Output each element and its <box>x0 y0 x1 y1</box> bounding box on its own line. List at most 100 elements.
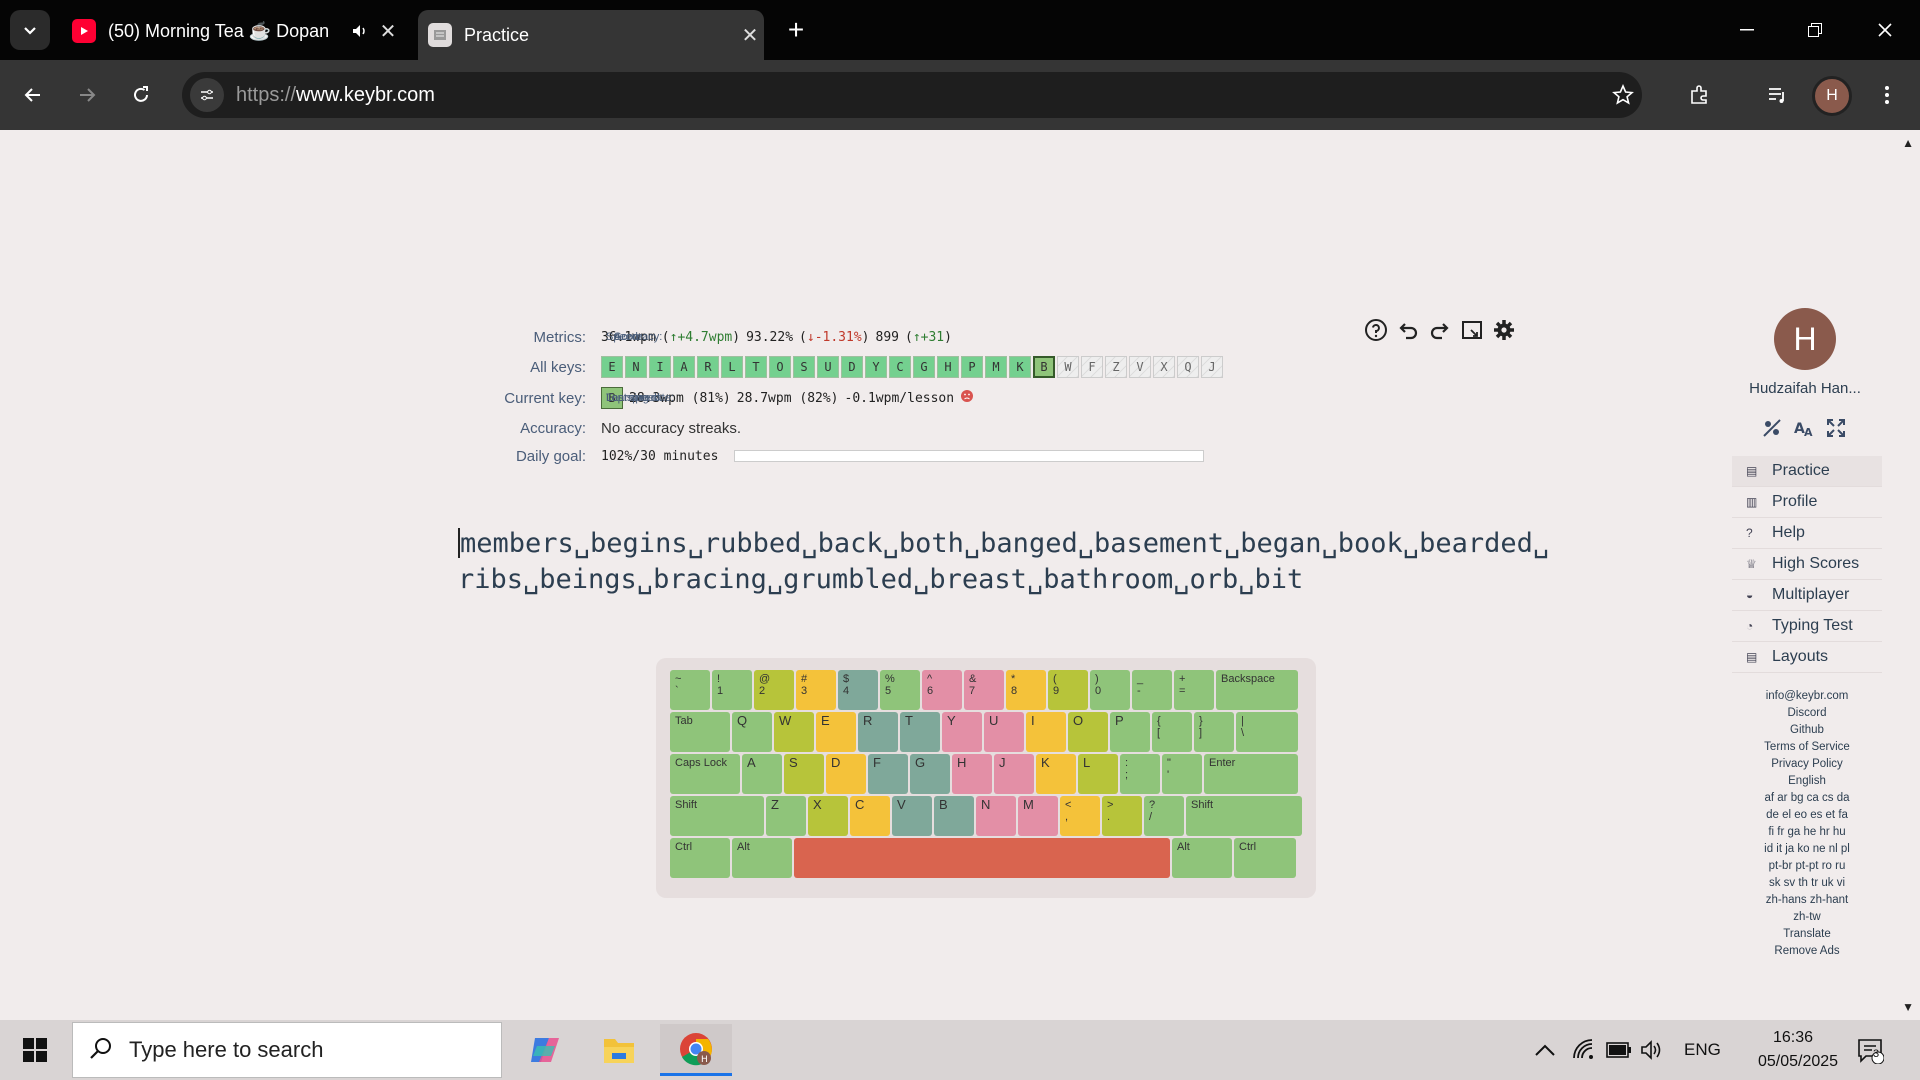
bookmark-star-icon[interactable] <box>1612 83 1634 111</box>
footer-langs[interactable]: id it ja ko ne nl pl <box>1732 841 1882 858</box>
expand-icon[interactable] <box>1824 416 1848 440</box>
footer-translate[interactable]: Translate <box>1732 926 1882 943</box>
taskbar-clock[interactable]: 16:36 05/05/2025 <box>1758 1026 1838 1074</box>
user-card[interactable]: H Hudzaifah Han... <box>1730 308 1880 397</box>
page-content: ▲ ▼ Metrics: Speed: 36.1wpm (↑+4.7wpm) A… <box>0 130 1920 1020</box>
footer-langs[interactable]: zh-hans zh-hant <box>1732 892 1882 909</box>
footer-email[interactable]: info@keybr.com <box>1732 688 1882 705</box>
nav-item-practice[interactable]: ▤ Practice <box>1732 456 1882 487</box>
taskbar-search-box[interactable]: Type here to search <box>72 1022 502 1078</box>
tab-youtube[interactable]: (50) Morning Tea ☕ Dopan ✕ <box>62 10 402 52</box>
file-explorer-icon[interactable] <box>588 1024 650 1076</box>
score-delta-open: ( <box>904 329 913 345</box>
key-chip-k: K <box>1009 356 1031 378</box>
key-chip-q: Q <box>1177 356 1199 378</box>
extensions-icon[interactable] <box>1682 78 1716 112</box>
user-avatar[interactable]: H <box>1774 308 1836 370</box>
key-chip-e: E <box>601 356 623 378</box>
forward-button[interactable] <box>70 78 104 112</box>
close-window-icon[interactable] <box>1862 10 1908 50</box>
kbd-key-key-3-9: > . <box>1102 796 1142 836</box>
address-bar[interactable]: https://www.keybr.com <box>182 72 1642 118</box>
copilot-app-icon[interactable] <box>514 1024 576 1076</box>
windows-start-icon[interactable] <box>12 1032 58 1068</box>
kbd-key-g: G <box>910 754 950 794</box>
footer-privacy[interactable]: Privacy Policy <box>1732 756 1882 773</box>
nav-label: Typing Test <box>1772 617 1853 634</box>
settings-gear-icon[interactable] <box>1490 316 1518 344</box>
kbd-key-o: O <box>1068 712 1108 752</box>
kbd-key-key-0-0: ~ ` <box>670 670 710 710</box>
tab-practice[interactable]: Practice ✕ <box>418 10 764 60</box>
close-tab-icon[interactable]: ✕ <box>736 23 764 48</box>
all-keys-label: All keys: <box>530 358 586 376</box>
footer-terms[interactable]: Terms of Service <box>1732 739 1882 756</box>
tab-search-button[interactable] <box>10 10 50 50</box>
back-button[interactable] <box>16 78 50 112</box>
site-info-icon[interactable] <box>190 78 224 112</box>
footer-langs[interactable]: de el eo es et fa <box>1732 807 1882 824</box>
accuracy-delta-open: ( <box>799 329 807 345</box>
wifi-icon[interactable] <box>1572 1034 1596 1066</box>
undo-icon[interactable] <box>1394 316 1422 344</box>
footer-language[interactable]: English <box>1732 773 1882 790</box>
gauge-icon: ◔ <box>1746 619 1754 633</box>
accuracy-value: 93.22% <box>746 329 794 345</box>
tab-title: (50) Morning Tea ☕ Dopan <box>108 20 330 41</box>
restore-icon[interactable] <box>1792 10 1838 50</box>
footer-langs[interactable]: sk sv th tr uk vi <box>1732 875 1882 892</box>
close-tab-icon[interactable]: ✕ <box>374 19 402 44</box>
help-icon[interactable] <box>1362 316 1390 344</box>
key-chip-f: F <box>1081 356 1103 378</box>
browser-toolbar: https://www.keybr.com <box>0 60 1920 130</box>
redo-icon[interactable] <box>1426 316 1454 344</box>
reload-button[interactable] <box>124 78 158 112</box>
notifications-icon[interactable]: 3 <box>1856 1034 1884 1066</box>
kbd-key-m: M <box>1018 796 1058 836</box>
lesson-text[interactable]: members␣begins␣rubbed␣back␣both␣banged␣b… <box>458 526 1549 598</box>
kbd-key-shift: Shift <box>1186 796 1302 836</box>
kbd-key-alt: Alt <box>1172 838 1232 878</box>
volume-icon[interactable] <box>1640 1034 1664 1066</box>
nav-item-typing-test[interactable]: ◔ Typing Test <box>1732 611 1882 642</box>
kbd-key-shift: Shift <box>670 796 764 836</box>
tray-overflow-icon[interactable] <box>1534 1034 1556 1066</box>
font-size-icon[interactable]: AA <box>1792 416 1816 440</box>
fullscreen-icon[interactable] <box>1458 316 1486 344</box>
chrome-app-icon[interactable]: H <box>660 1024 732 1076</box>
scroll-up-icon[interactable]: ▲ <box>1902 136 1914 150</box>
footer-discord[interactable]: Discord <box>1732 705 1882 722</box>
nav-item-help[interactable]: ? Help <box>1732 518 1882 549</box>
color-toggle-icon[interactable] <box>1760 416 1784 440</box>
footer-remove-ads[interactable]: Remove Ads <box>1732 943 1882 960</box>
footer-github[interactable]: Github <box>1732 722 1882 739</box>
kbd-key-key-1-13: | \ <box>1236 712 1298 752</box>
battery-icon[interactable] <box>1606 1034 1632 1066</box>
nav-item-multiplayer[interactable]: ◒ Multiplayer <box>1732 580 1882 611</box>
speed-delta-close: ) <box>732 329 741 345</box>
key-chip-r: R <box>697 356 719 378</box>
profile-avatar[interactable]: H <box>1812 76 1852 116</box>
menu-kebab-icon[interactable] <box>1870 78 1904 112</box>
footer-langs[interactable]: zh-tw <box>1732 909 1882 926</box>
top-speed-value: 28.7wpm (82%) <box>736 390 839 406</box>
nav-item-high-scores[interactable]: ♕ High Scores <box>1732 549 1882 580</box>
daily-goal-label: Daily goal: <box>515 447 586 465</box>
input-language[interactable]: ENG <box>1684 1034 1721 1066</box>
speaker-icon[interactable] <box>346 22 374 40</box>
lesson-line-2: ribs␣beings␣bracing␣grumbled␣breast␣bath… <box>458 564 1304 595</box>
key-chip-z: Z <box>1105 356 1127 378</box>
speed-delta: ↑+4.7wpm <box>669 329 733 345</box>
footer-langs[interactable]: pt-br pt-pt ro ru <box>1732 858 1882 875</box>
scroll-down-icon[interactable]: ▼ <box>1902 1000 1914 1014</box>
kbd-key-f: F <box>868 754 908 794</box>
nav-item-profile[interactable]: ▥ Profile <box>1732 487 1882 518</box>
footer-langs[interactable]: af ar bg ca cs da <box>1732 790 1882 807</box>
new-tab-button[interactable]: + <box>780 14 812 46</box>
nav-item-layouts[interactable]: ▤ Layouts <box>1732 642 1882 673</box>
minimize-icon[interactable] <box>1724 10 1770 50</box>
media-controls-icon[interactable] <box>1760 78 1794 112</box>
footer-langs[interactable]: fi fr ga he hr hu <box>1732 824 1882 841</box>
user-name[interactable]: Hudzaifah Han... <box>1730 380 1880 397</box>
url-text[interactable]: https://www.keybr.com <box>236 84 435 107</box>
